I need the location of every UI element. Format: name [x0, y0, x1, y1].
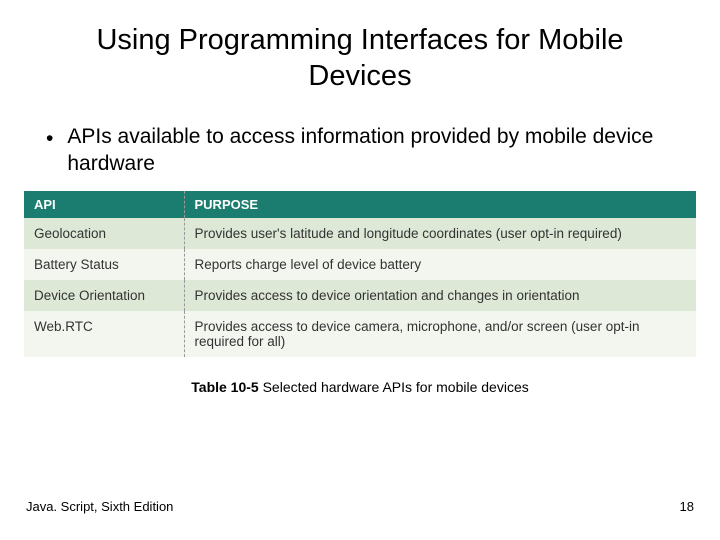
table-header-purpose: PURPOSE	[184, 191, 696, 218]
table-row: Web.RTC Provides access to device camera…	[24, 311, 696, 357]
table-header-row: API PURPOSE	[24, 191, 696, 218]
table-header-api: API	[24, 191, 184, 218]
slide-title: Using Programming Interfaces for Mobile …	[84, 22, 636, 95]
slide-footer: Java. Script, Sixth Edition 18	[26, 499, 694, 514]
cell-purpose: Reports charge level of device battery	[184, 249, 696, 280]
table-row: Battery Status Reports charge level of d…	[24, 249, 696, 280]
table-row: Geolocation Provides user's latitude and…	[24, 218, 696, 249]
caption-text: Selected hardware APIs for mobile device…	[259, 379, 529, 395]
bullet-item: • APIs available to access information p…	[46, 123, 674, 178]
cell-purpose: Provides access to device camera, microp…	[184, 311, 696, 357]
table-caption: Table 10-5 Selected hardware APIs for mo…	[24, 379, 696, 395]
cell-purpose: Provides access to device orientation an…	[184, 280, 696, 311]
api-table: API PURPOSE Geolocation Provides user's …	[24, 191, 696, 357]
footer-page-number: 18	[680, 499, 694, 514]
cell-api: Web.RTC	[24, 311, 184, 357]
cell-api: Battery Status	[24, 249, 184, 280]
cell-api: Geolocation	[24, 218, 184, 249]
table-row: Device Orientation Provides access to de…	[24, 280, 696, 311]
bullet-text: APIs available to access information pro…	[67, 123, 674, 178]
bullet-dot: •	[46, 125, 53, 152]
cell-api: Device Orientation	[24, 280, 184, 311]
footer-left: Java. Script, Sixth Edition	[26, 499, 173, 514]
caption-label: Table 10-5	[191, 379, 258, 395]
bullet-list: • APIs available to access information p…	[46, 123, 674, 178]
cell-purpose: Provides user's latitude and longitude c…	[184, 218, 696, 249]
